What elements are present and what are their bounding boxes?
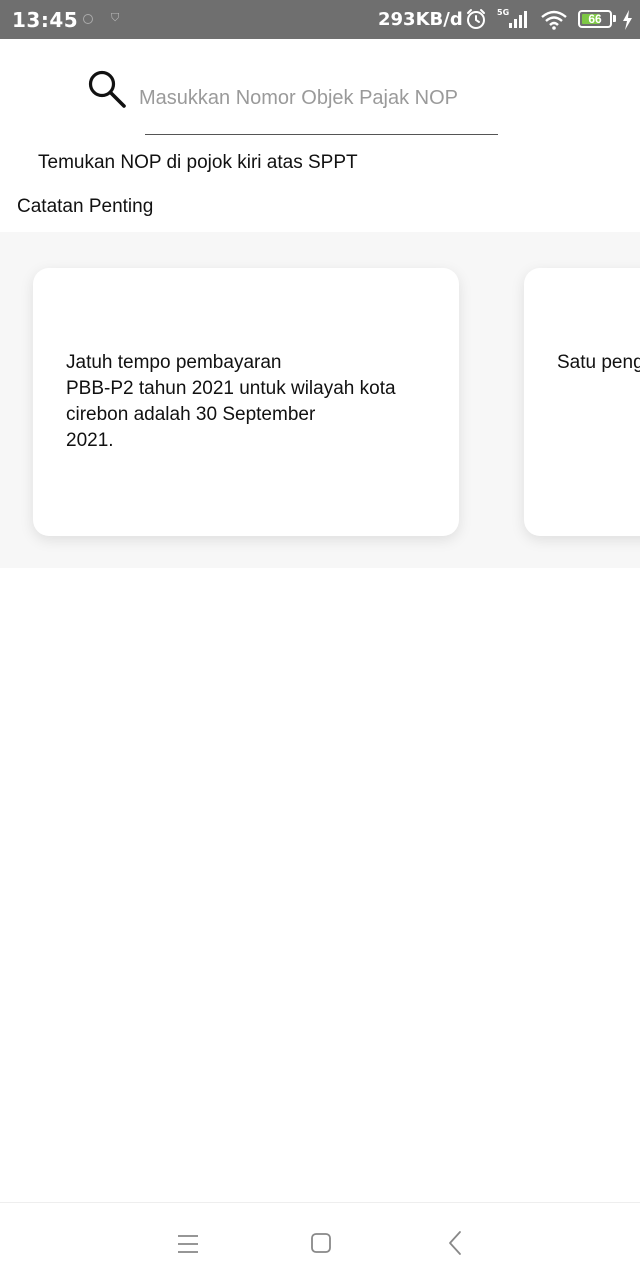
search-icon[interactable]	[86, 68, 130, 117]
note-card-text: Jatuh tempo pembayaran PBB-P2 tahun 2021…	[66, 352, 396, 451]
charging-icon	[621, 10, 633, 35]
alarm-icon	[465, 8, 487, 35]
battery-level: 66	[588, 12, 602, 26]
home-icon[interactable]	[310, 1232, 332, 1259]
battery-tip	[613, 15, 616, 22]
notes-title: Catatan Penting	[17, 196, 154, 217]
notes-carousel[interactable]: Jatuh tempo pembayaran PBB-P2 tahun 2021…	[0, 232, 640, 568]
note-card[interactable]: Jatuh tempo pembayaran PBB-P2 tahun 2021…	[33, 268, 459, 536]
wifi-icon	[540, 10, 568, 35]
nop-search-input[interactable]	[137, 78, 501, 118]
menu-icon[interactable]	[177, 1233, 199, 1260]
settings-dot-icon	[83, 14, 93, 24]
navigation-bar	[0, 1202, 640, 1281]
network-type: 5G	[497, 8, 509, 17]
note-card-text: Satu peng pembaya atas nam	[557, 352, 640, 373]
nop-hint: Temukan NOP di pojok kiri atas SPPT	[38, 152, 358, 173]
shield-icon: ⛉	[111, 12, 120, 24]
status-bar: 13:45 ⛉ 293KB/d 5G 66	[0, 0, 640, 39]
battery-icon: 66	[578, 10, 612, 28]
network-speed: 293KB/d	[378, 9, 463, 30]
back-icon[interactable]	[447, 1230, 463, 1261]
note-card[interactable]: Satu peng pembaya atas nam	[524, 268, 640, 536]
signal-icon: 5G	[497, 7, 533, 36]
search-underline	[145, 134, 498, 135]
status-time: 13:45	[12, 8, 79, 32]
